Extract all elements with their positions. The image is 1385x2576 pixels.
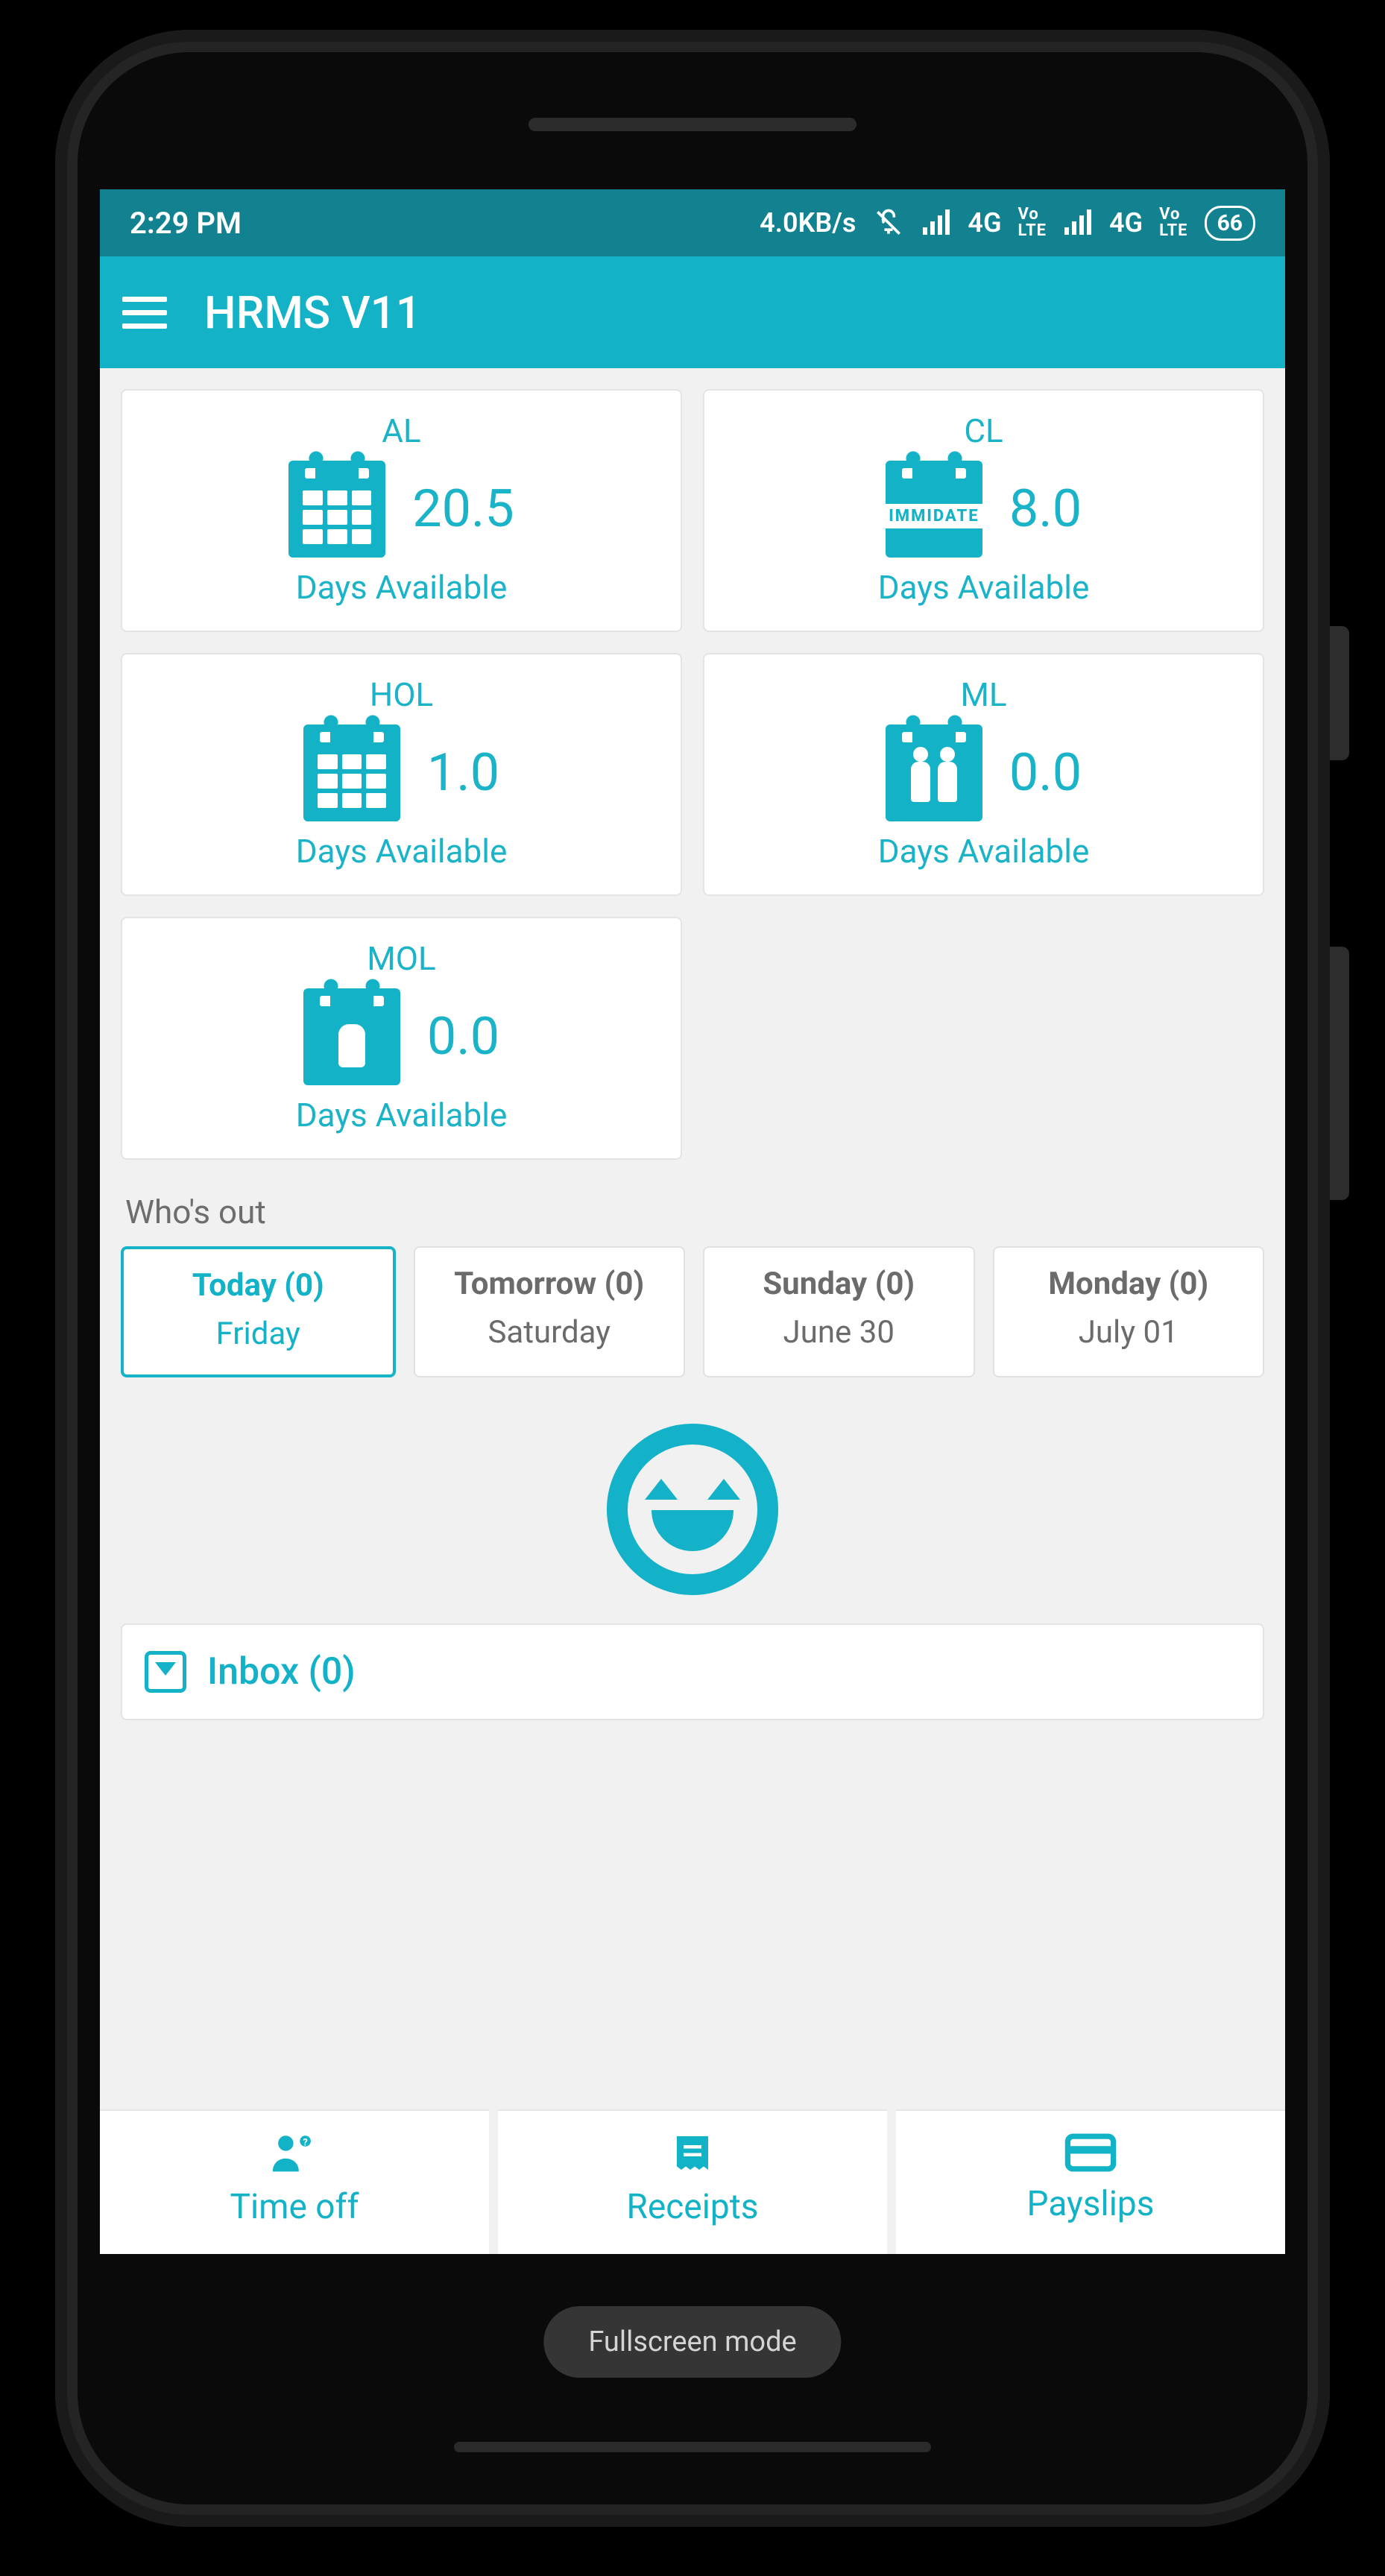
- leave-value: 0.0: [1009, 742, 1082, 804]
- inbox-label: Inbox (0): [207, 1650, 356, 1693]
- leave-code: MOL: [137, 939, 666, 978]
- status-time: 2:29 PM: [130, 206, 242, 241]
- leave-card-ml[interactable]: ML 0.0 Days Available: [703, 653, 1264, 896]
- device-side-button: [1330, 626, 1349, 760]
- app-title: HRMS V11: [204, 286, 421, 339]
- leave-value: 8.0: [1009, 479, 1082, 540]
- day-tab-top: Today (0): [130, 1267, 387, 1304]
- volte-icon: VoLTE: [1018, 206, 1047, 239]
- device-bottom-speaker: [454, 2442, 931, 2452]
- leave-caption: Days Available: [137, 1096, 666, 1134]
- leave-card-mol[interactable]: MOL 0.0 Days Available: [121, 917, 682, 1160]
- volte-icon: VoLTE: [1159, 206, 1187, 239]
- day-tab-top: Tomorrow (0): [421, 1266, 678, 1302]
- inbox-card[interactable]: Inbox (0): [121, 1623, 1264, 1720]
- day-tab-bottom: Friday: [130, 1316, 387, 1352]
- content-area: AL 20.5 Days Available CL: [100, 368, 1285, 1741]
- leave-card-cl[interactable]: CL IMMIDATE 8.0 Days Available: [703, 389, 1264, 632]
- svg-text:?: ?: [303, 2137, 308, 2148]
- leave-balance-grid: AL 20.5 Days Available CL: [121, 389, 1264, 1160]
- app-bar: HRMS V11: [100, 256, 1285, 368]
- card-icon: [1064, 2132, 1117, 2174]
- calendar-person-icon: [303, 988, 400, 1085]
- fullscreen-pill[interactable]: Fullscreen mode: [543, 2306, 841, 2378]
- nav-label: Time off: [107, 2187, 482, 2227]
- day-tab-bottom: June 30: [710, 1314, 968, 1351]
- device-frame: 2:29 PM 4.0KB/s 4G VoLTE: [55, 30, 1330, 2527]
- people-icon: ?: [268, 2132, 321, 2176]
- calendar-grid-icon: [288, 461, 385, 558]
- status-4g-label-1: 4G: [968, 207, 1001, 239]
- leave-value: 20.5: [412, 479, 514, 540]
- calendar-grid-icon: [303, 724, 400, 821]
- bottom-nav: ? Time off Receipts Payslips: [100, 2109, 1285, 2254]
- leave-card-al[interactable]: AL 20.5 Days Available: [121, 389, 682, 632]
- leave-value: 0.0: [427, 1006, 499, 1067]
- leave-card-hol[interactable]: HOL 1.0 Days Available: [121, 653, 682, 896]
- status-net-speed: 4.0KB/s: [760, 207, 856, 239]
- whos-out-day-row: Today (0) Friday Tomorrow (0) Saturday S…: [121, 1246, 1264, 1377]
- screen: 2:29 PM 4.0KB/s 4G VoLTE: [100, 189, 1285, 2254]
- happy-face-icon: [607, 1424, 778, 1595]
- status-4g-label-2: 4G: [1109, 207, 1143, 239]
- device-earpiece: [529, 118, 856, 131]
- leave-code: ML: [719, 675, 1248, 714]
- day-tab-today[interactable]: Today (0) Friday: [121, 1246, 396, 1377]
- menu-icon[interactable]: [122, 288, 167, 337]
- day-tab-top: Sunday (0): [710, 1266, 968, 1302]
- nav-label: Receipts: [505, 2187, 880, 2227]
- nav-receipts[interactable]: Receipts: [498, 2109, 887, 2254]
- whos-out-heading: Who's out: [125, 1193, 1264, 1231]
- leave-code: AL: [137, 411, 666, 450]
- leave-caption: Days Available: [719, 568, 1248, 607]
- mute-icon: [872, 206, 905, 239]
- leave-code: CL: [719, 411, 1248, 450]
- battery-indicator: 66: [1205, 206, 1255, 241]
- calendar-couple-icon: [886, 724, 982, 821]
- leave-caption: Days Available: [137, 568, 666, 607]
- day-tab-sunday[interactable]: Sunday (0) June 30: [703, 1246, 975, 1377]
- calendar-immediate-icon: IMMIDATE: [886, 461, 982, 558]
- leave-caption: Days Available: [137, 832, 666, 871]
- inbox-icon: [145, 1651, 186, 1693]
- day-tab-bottom: July 01: [1000, 1314, 1258, 1351]
- status-bar: 2:29 PM 4.0KB/s 4G VoLTE: [100, 189, 1285, 256]
- leave-caption: Days Available: [719, 832, 1248, 871]
- leave-value: 1.0: [427, 742, 499, 804]
- day-tab-monday[interactable]: Monday (0) July 01: [993, 1246, 1265, 1377]
- leave-code: HOL: [137, 675, 666, 714]
- day-tab-bottom: Saturday: [421, 1314, 678, 1351]
- receipt-icon: [670, 2132, 715, 2176]
- signal-icon: [921, 208, 951, 238]
- nav-payslips[interactable]: Payslips: [896, 2109, 1285, 2254]
- day-tab-top: Monday (0): [1000, 1266, 1258, 1302]
- signal-icon: [1063, 208, 1093, 238]
- nav-time-off[interactable]: ? Time off: [100, 2109, 489, 2254]
- nav-label: Payslips: [903, 2184, 1278, 2224]
- day-tab-tomorrow[interactable]: Tomorrow (0) Saturday: [414, 1246, 686, 1377]
- device-side-button: [1330, 947, 1349, 1200]
